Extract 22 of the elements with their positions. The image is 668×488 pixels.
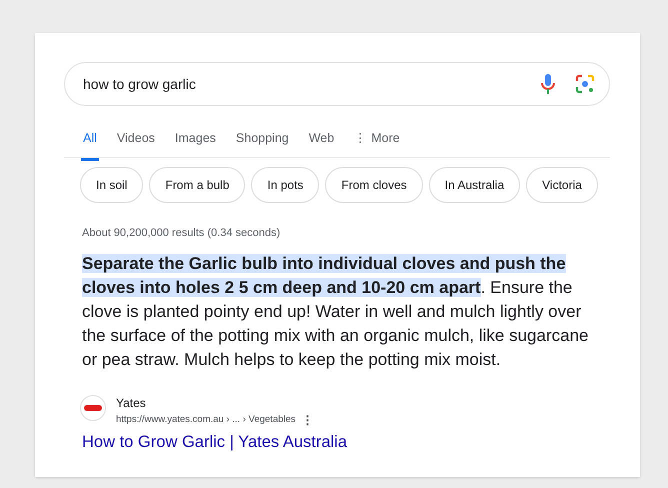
- site-url: https://www.yates.com.au › ... › Vegetables: [116, 413, 296, 427]
- result-link[interactable]: How to Grow Garlic | Yates Australia: [82, 430, 348, 455]
- filter-chip[interactable]: Victoria: [526, 167, 598, 203]
- filter-chip[interactable]: In pots: [251, 167, 320, 203]
- filter-chip[interactable]: In soil: [80, 167, 144, 203]
- filter-chip[interactable]: From a bulb: [149, 167, 246, 203]
- result-stats: About 90,200,000 results (0.34 seconds): [82, 226, 280, 241]
- microphone-icon[interactable]: [541, 74, 555, 94]
- camera-icon[interactable]: [575, 74, 595, 94]
- filter-chip[interactable]: In Australia: [428, 167, 520, 203]
- search-tab[interactable]: Web: [306, 129, 336, 161]
- search-tab[interactable]: Images: [172, 129, 218, 161]
- search-query: how to grow garlic: [83, 74, 196, 94]
- answer-snippet: Separate the Garlic bulb into individual cloves and push the cloves into holes 2 5 cm deep and 10-20 cm apart. Ensure the clove is planted pointy end up! Water in well and mulch lightly over the surface of the potting mix with an organic mulch, like sugarcane or pea straw. Mulch helps to keep the potting mix moist.: [82, 253, 590, 371]
- filter-chip[interactable]: From cloves: [325, 167, 423, 203]
- search-tab[interactable]: Shopping: [234, 129, 291, 161]
- site-name: Yates: [116, 395, 147, 411]
- search-tab[interactable]: ⋮ More: [352, 129, 402, 161]
- site-logo-icon: [80, 395, 106, 421]
- search-tab[interactable]: Videos: [114, 129, 157, 161]
- search-field[interactable]: how to grow garlic: [64, 62, 610, 106]
- more-options-icon[interactable]: ⋮: [302, 411, 314, 429]
